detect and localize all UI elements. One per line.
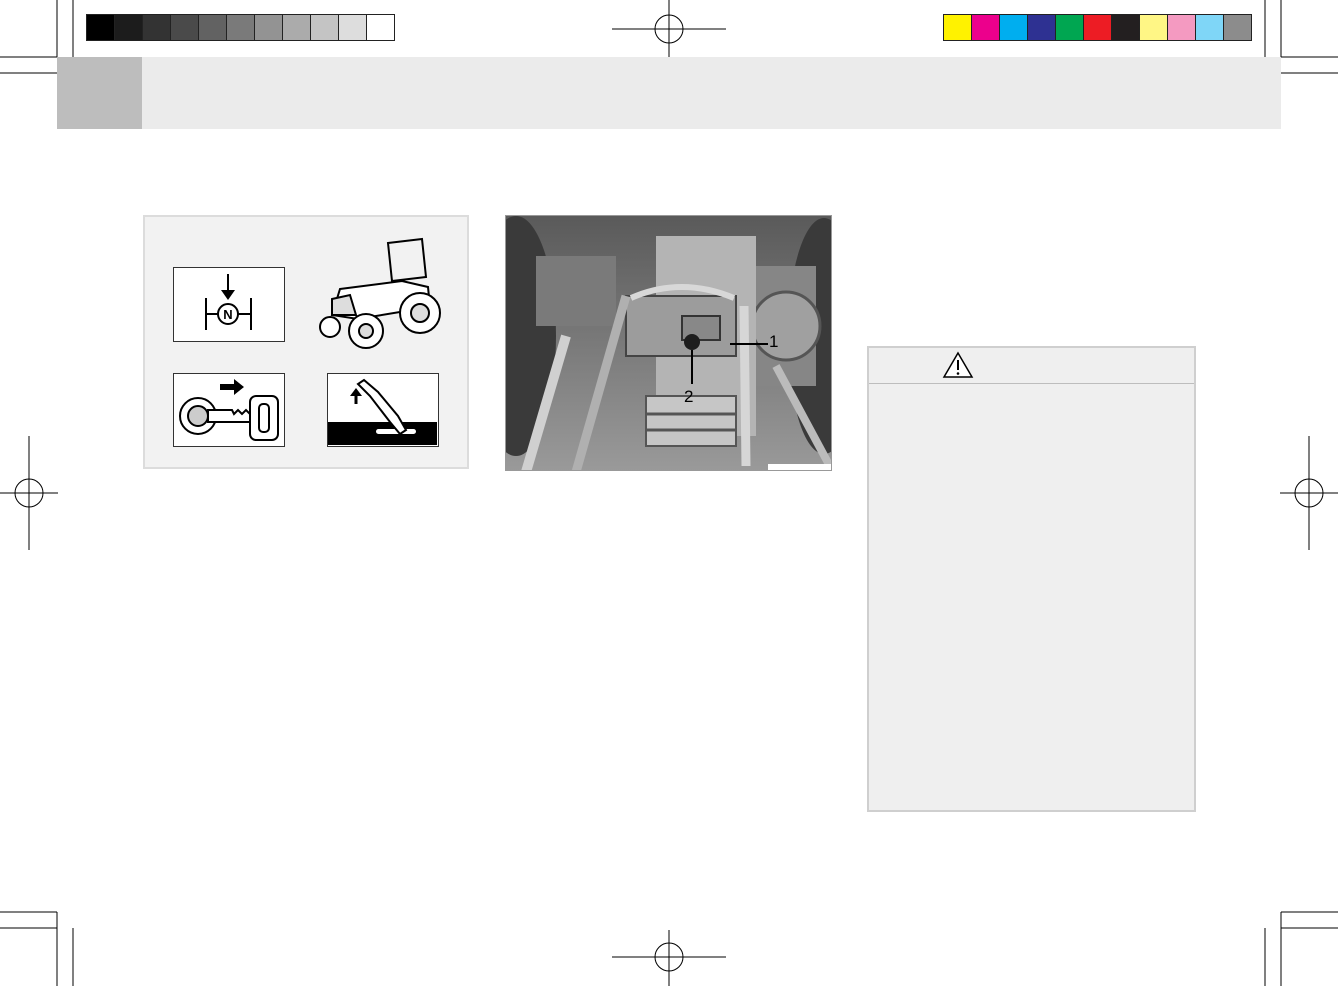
warning-triangle-icon [942,351,974,378]
registration-mark-left [0,436,58,550]
tractor-icon [310,235,445,353]
registration-mark-bottom [612,930,726,986]
neutral-label: N [223,307,232,322]
key-remove-icon [173,373,285,447]
chapter-tab [57,57,142,129]
callout-1: 1 [769,332,779,351]
warning-header [869,348,1194,384]
hitch-photo: 1 2 [505,215,832,471]
warning-box [867,346,1196,812]
safety-illustration-panel: N [143,215,469,469]
registration-mark-top [612,0,726,58]
parking-brake-icon [327,373,439,447]
page-header [57,57,1281,129]
neutral-gear-icon: N [173,267,285,342]
registration-mark-right [1280,436,1338,550]
callout-2: 2 [684,387,694,406]
